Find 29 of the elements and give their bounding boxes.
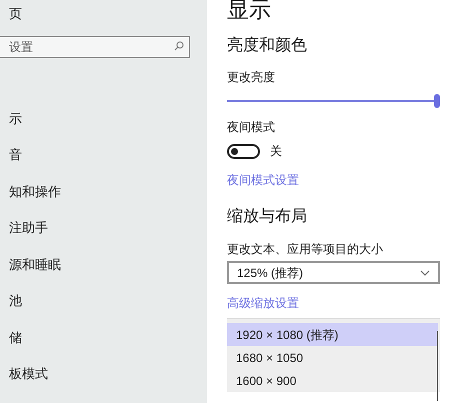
toggle-switch[interactable] xyxy=(227,144,260,158)
resolution-option[interactable]: 1920 × 1080 (推荐) xyxy=(227,323,438,346)
sidebar-item[interactable]: 源和睡眠 xyxy=(0,246,207,282)
section-heading: 缩放与布局 xyxy=(227,206,308,227)
search-icon xyxy=(174,41,184,51)
setting-label: 更改文本、应用等项目的大小 xyxy=(227,241,384,258)
sidebar-item[interactable]: 知和操作 xyxy=(0,173,207,210)
scrollbar[interactable] xyxy=(437,331,438,401)
chevron-down-icon xyxy=(420,270,430,276)
sidebar-item[interactable]: 板模式 xyxy=(0,356,207,392)
slider-label: 更改亮度 xyxy=(227,69,276,86)
sidebar-item[interactable]: 示 xyxy=(0,100,207,136)
brightness-slider[interactable] xyxy=(227,94,440,108)
toggle-state: 关 xyxy=(270,143,282,160)
home-link[interactable]: 页 xyxy=(0,0,207,22)
scale-dropdown[interactable]: 125% (推荐) xyxy=(227,261,440,284)
search-field[interactable]: 设置 xyxy=(0,36,190,58)
settings-link[interactable]: 夜间模式设置 xyxy=(227,171,454,189)
sidebar-item[interactable]: 池 xyxy=(0,282,207,319)
sidebar-item[interactable]: 注助手 xyxy=(0,210,207,246)
sidebar-item[interactable]: 储 xyxy=(0,319,207,356)
page-title: 显示 xyxy=(227,0,272,21)
resolution-option[interactable]: 1600 × 900 xyxy=(227,369,438,392)
slider-thumb[interactable] xyxy=(434,94,440,108)
section-heading: 亮度和颜色 xyxy=(227,36,308,56)
sidebar-item[interactable]: 音 xyxy=(0,136,207,173)
resolution-option[interactable]: 1680 × 1050 xyxy=(227,346,438,369)
setting-label: 夜间模式 xyxy=(227,119,276,136)
settings-link[interactable]: 高级缩放设置 xyxy=(227,294,454,312)
